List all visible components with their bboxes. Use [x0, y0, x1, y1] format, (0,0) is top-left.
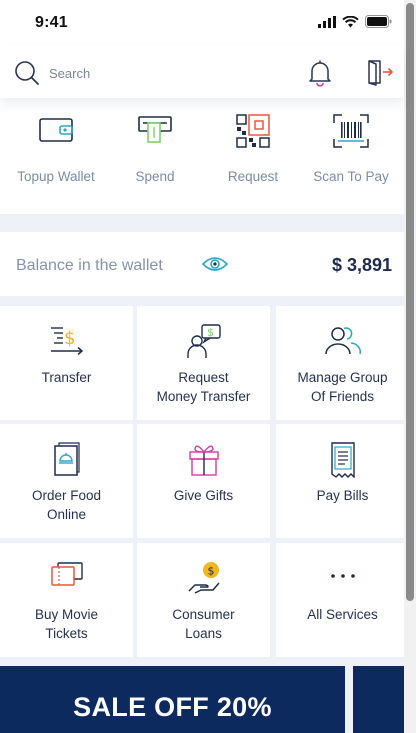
loan-hand-icon: $ [187, 562, 220, 594]
scrollbar-thumb[interactable] [406, 3, 414, 601]
service-all-services[interactable]: All Services [276, 543, 409, 657]
logout-icon[interactable] [366, 58, 394, 86]
service-label: All Services [307, 607, 378, 622]
scrollbar[interactable] [404, 0, 416, 733]
ticket-icon [50, 562, 83, 586]
service-label: Manage Group Of Friends [297, 370, 388, 404]
battery-icon [365, 15, 392, 28]
balance-amount: $ 3,891 [331, 255, 392, 275]
svg-text:$: $ [64, 328, 75, 349]
wallet-balance: Balance in the wallet $ 3,891 [0, 232, 404, 296]
service-request-money-transfer[interactable]: $ Request Money Transfer [137, 306, 270, 420]
signal-icon [318, 15, 336, 28]
status-bar: 9:41 [0, 0, 404, 46]
service-label: Order Food Online [31, 488, 102, 522]
quick-action-label: Spend [135, 169, 175, 184]
service-transfer[interactable]: $ Transfer [0, 306, 133, 420]
quick-action-topup-wallet[interactable]: Topup Wallet [8, 98, 104, 198]
service-label: Transfer [41, 370, 92, 385]
quick-action-label: Scan To Pay [313, 169, 389, 184]
service-order-food[interactable]: Order Food Online [0, 424, 133, 538]
promo-banner[interactable]: SALE OFF 20% [0, 666, 345, 733]
request-money-icon: $ [186, 324, 221, 358]
search-input[interactable]: Search [49, 66, 90, 81]
service-buy-movie-tickets[interactable]: Buy Movie Tickets [0, 543, 133, 657]
atm-icon [138, 116, 172, 143]
search-icon[interactable] [14, 60, 40, 86]
eye-icon[interactable] [202, 256, 228, 272]
svg-text:$: $ [207, 326, 214, 339]
promo-text: SALE OFF 20% [73, 692, 272, 722]
barcode-scan-icon [333, 114, 369, 148]
transfer-icon: $ [50, 327, 83, 356]
more-dots-icon [330, 574, 355, 578]
wallet-icon [39, 118, 73, 142]
service-label: Consumer Loans [172, 607, 235, 641]
quick-actions: Topup Wallet Spend Request Scan To Pay [0, 98, 404, 214]
gift-icon [188, 445, 219, 476]
quick-action-spend[interactable]: Spend [107, 98, 203, 198]
service-manage-group[interactable]: Manage Group Of Friends [276, 306, 409, 420]
service-label: Pay Bills [316, 488, 369, 503]
quick-action-label: Topup Wallet [17, 169, 95, 184]
service-give-gifts[interactable]: Give Gifts [137, 424, 270, 538]
bell-icon[interactable] [307, 59, 333, 87]
status-time: 9:41 [35, 14, 68, 31]
service-label: Give Gifts [173, 488, 234, 503]
food-menu-icon [53, 442, 80, 476]
balance-label: Balance in the wallet [16, 257, 163, 274]
service-consumer-loans[interactable]: $ Consumer Loans [137, 543, 270, 657]
app-header: Search [0, 46, 404, 98]
promo-banner-next[interactable] [353, 666, 404, 733]
service-label: Buy Movie Tickets [34, 607, 99, 641]
bill-icon [330, 442, 355, 478]
wifi-icon [342, 15, 359, 27]
service-label: Request Money Transfer [156, 370, 251, 404]
friends-group-icon [324, 327, 361, 355]
svg-text:$: $ [207, 565, 214, 578]
quick-action-scan-to-pay[interactable]: Scan To Pay [303, 98, 399, 198]
quick-action-label: Request [227, 169, 279, 184]
qr-code-icon [236, 114, 270, 148]
service-pay-bills[interactable]: Pay Bills [276, 424, 409, 538]
status-icons [318, 15, 392, 28]
quick-action-request[interactable]: Request [205, 98, 301, 198]
